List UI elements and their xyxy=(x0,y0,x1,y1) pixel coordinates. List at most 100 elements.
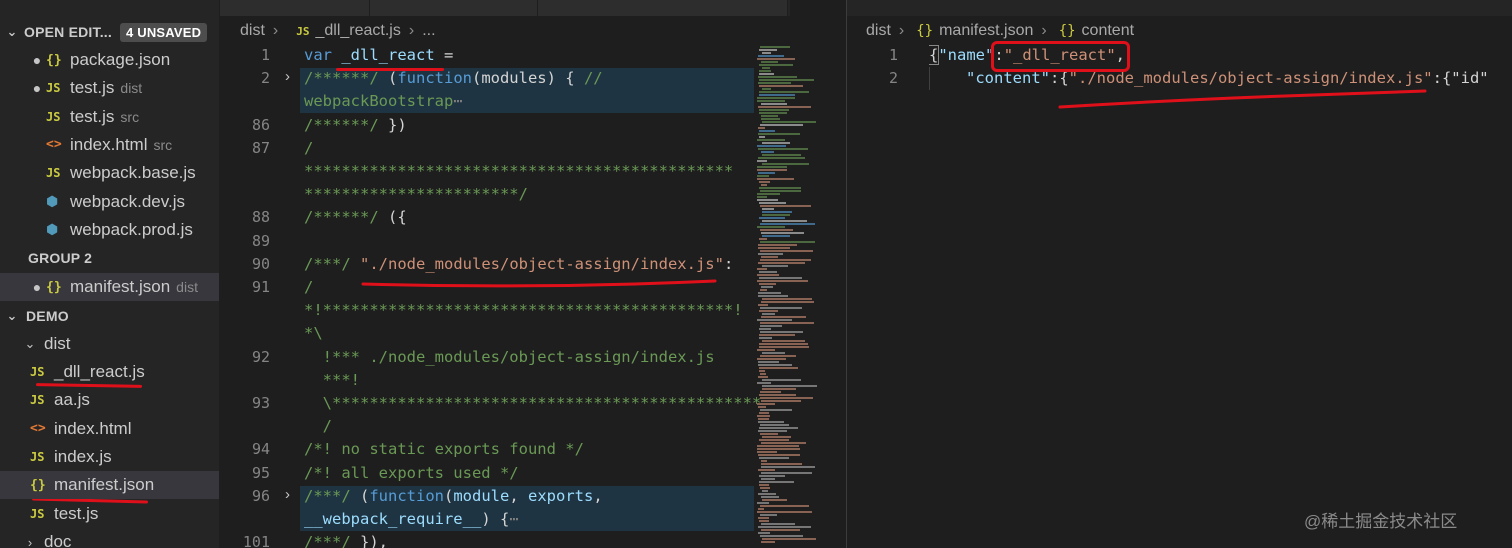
editor-tab[interactable] xyxy=(370,0,538,16)
minimap-line xyxy=(760,307,802,309)
minimap-line xyxy=(758,247,790,249)
html-file-icon: <> xyxy=(30,421,46,437)
editor-tab[interactable] xyxy=(220,0,370,16)
file-item[interactable]: JS _dll_react.js xyxy=(0,358,219,386)
breadcrumb-folder[interactable]: dist xyxy=(866,22,891,40)
minimap-line xyxy=(757,502,769,504)
folder-dist[interactable]: ⌄ dist xyxy=(0,330,219,358)
code-token: ⋯ xyxy=(453,92,463,111)
code-line[interactable]: webpackBootstrap⋯ xyxy=(304,90,463,113)
minimap-line xyxy=(757,274,779,276)
open-editors-header[interactable]: ⌄ OPEN EDIT... 4 UNSAVED xyxy=(0,18,219,46)
js-file-icon: JS xyxy=(46,81,61,96)
js-file-icon: JS xyxy=(46,109,61,124)
line-number: 88 xyxy=(251,208,270,227)
file-item[interactable]: ● JS test.js dist xyxy=(0,74,219,102)
minimap-line xyxy=(757,226,785,228)
minimap-line xyxy=(757,451,777,453)
chevron-right-icon: › xyxy=(898,22,905,39)
code-line[interactable]: *!**************************************… xyxy=(304,299,743,322)
red-box-annotation xyxy=(991,41,1130,72)
file-item[interactable]: {} manifest.json xyxy=(0,471,219,500)
file-name: manifest.json xyxy=(54,475,155,495)
minimap-line xyxy=(761,466,815,468)
file-location: dist xyxy=(120,80,143,97)
js-file-icon: JS xyxy=(30,449,45,464)
code-line[interactable]: /***/ }), xyxy=(304,531,388,548)
file-item[interactable]: <> index.html src xyxy=(0,131,219,159)
minimap-line xyxy=(761,472,812,474)
code-line[interactable]: /*! no static exports found */ xyxy=(304,438,584,461)
breadcrumb-node[interactable]: content xyxy=(1082,22,1134,40)
code-line[interactable]: ***********************/ xyxy=(304,183,528,206)
file-item[interactable]: ●{} manifest.json dist xyxy=(0,273,219,301)
code-token: }), xyxy=(350,533,388,548)
demo-folder-header[interactable]: ⌄ DEMO xyxy=(0,302,219,330)
file-item[interactable]: JS test.js xyxy=(0,500,219,528)
file-item[interactable]: JS webpack.base.js xyxy=(0,159,219,187)
minimap-line xyxy=(761,541,775,543)
minimap-line xyxy=(757,511,812,513)
line-number: 2 xyxy=(260,69,270,88)
code-line[interactable]: *\ xyxy=(304,322,323,345)
breadcrumb-file[interactable]: _dll_react.js xyxy=(315,22,400,40)
file-location: src xyxy=(153,136,173,153)
code-token: webpackBootstrap xyxy=(304,92,454,111)
minimap-line xyxy=(762,211,792,213)
code-line[interactable]: ***! xyxy=(304,369,360,392)
file-item[interactable]: JS index.js xyxy=(0,443,219,471)
fold-chevron-icon[interactable]: › xyxy=(285,486,290,503)
code-line[interactable]: /***/ (function(module, exports, xyxy=(304,485,603,508)
editor-tab[interactable] xyxy=(538,0,788,16)
line-number: 1 xyxy=(888,46,898,64)
fold-chevron-icon[interactable]: › xyxy=(285,68,290,85)
code-line[interactable]: __webpack_require__) {⋯ xyxy=(304,508,519,531)
code-token: function xyxy=(397,69,472,88)
code-line[interactable]: / xyxy=(304,276,313,299)
code-token: function xyxy=(369,486,444,505)
code-line[interactable]: / xyxy=(304,137,313,160)
file-item[interactable]: JS aa.js xyxy=(0,386,219,414)
minimap[interactable] xyxy=(757,44,819,548)
code-line[interactable]: /******/ }) xyxy=(304,114,407,137)
folder-doc[interactable]: › doc xyxy=(0,528,219,548)
code-token: module xyxy=(453,486,510,505)
minimap-line xyxy=(757,169,787,171)
minimap-line xyxy=(757,160,767,162)
file-item[interactable]: ⬢ webpack.prod.js xyxy=(0,216,219,244)
editor-split-divider[interactable] xyxy=(846,0,847,548)
chevron-down-icon: ⌄ xyxy=(24,336,36,351)
code-line[interactable]: /******/ ({ xyxy=(304,206,407,229)
minimap-line xyxy=(758,469,775,471)
code-line[interactable]: /*! all exports used */ xyxy=(304,462,519,485)
code-line[interactable]: var _dll_react = xyxy=(304,44,453,67)
file-item[interactable]: <> index.html xyxy=(0,415,219,443)
minimap-line xyxy=(759,202,786,204)
minimap-line xyxy=(757,268,767,270)
code-line[interactable]: /***/ "./node_modules/object-assign/inde… xyxy=(304,253,733,276)
folder-dist-label: dist xyxy=(44,334,71,353)
breadcrumb-file[interactable]: manifest.json xyxy=(939,22,1033,40)
file-item[interactable]: JS test.js src xyxy=(0,103,219,131)
code-line[interactable]: / xyxy=(304,415,332,438)
code-line[interactable]: !*** ./node_modules/object-assign/index.… xyxy=(304,346,715,369)
breadcrumb-folder[interactable]: dist xyxy=(240,22,265,40)
file-item[interactable]: ⬢ webpack.dev.js xyxy=(0,188,219,216)
code-line[interactable]: \***************************************… xyxy=(304,392,762,415)
code-token: / xyxy=(304,417,332,436)
minimap-line xyxy=(761,118,780,120)
minimap-line xyxy=(760,322,814,324)
minimap-line xyxy=(759,85,803,87)
minimap-line xyxy=(759,181,770,183)
js-file-icon: JS xyxy=(30,365,45,379)
minimap-line xyxy=(762,385,817,387)
minimap-line xyxy=(757,199,778,201)
minimap-line xyxy=(758,262,805,264)
minimap-line xyxy=(758,253,783,255)
breadcrumb-more[interactable]: ... xyxy=(422,22,435,40)
minimap-line xyxy=(759,130,775,132)
group-2-header[interactable]: GROUP 2 xyxy=(0,244,219,272)
file-item[interactable]: ●{} package.json xyxy=(0,46,219,74)
code-line[interactable]: ****************************************… xyxy=(304,160,733,183)
json-brace: { xyxy=(929,45,940,65)
